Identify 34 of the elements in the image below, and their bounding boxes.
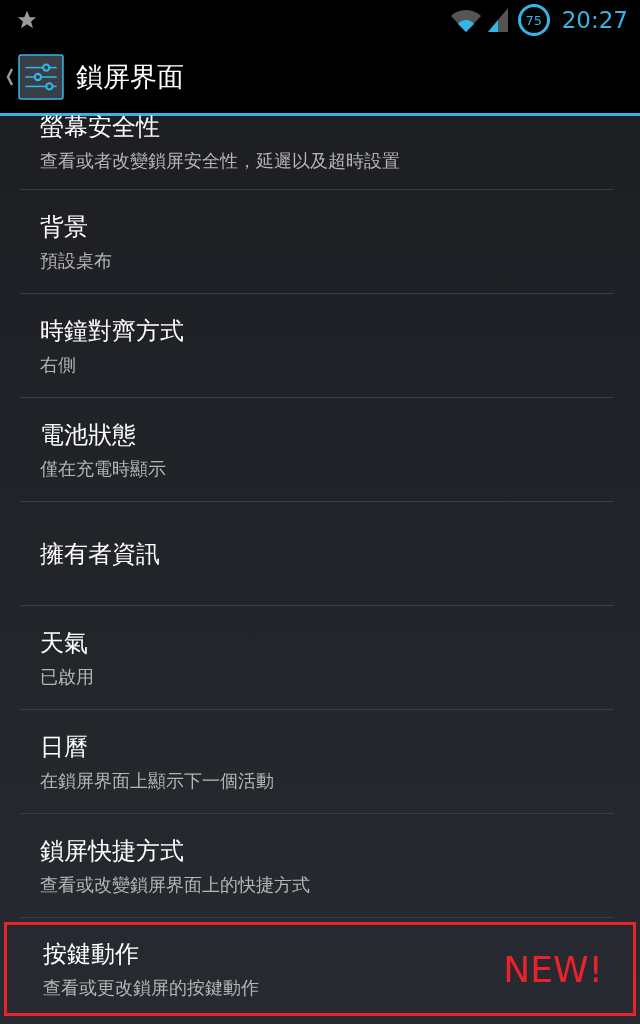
- setting-title: 電池狀態: [40, 419, 137, 451]
- setting-summary: 在鎖屏界面上顯示下一個活動: [40, 768, 274, 793]
- setting-title: 鎖屏快捷方式: [40, 835, 185, 867]
- settings-sliders-icon[interactable]: [18, 53, 64, 100]
- setting-item[interactable]: 天氣 已啟用: [20, 606, 614, 709]
- setting-title: 按鍵動作: [43, 939, 140, 970]
- wifi-icon: [449, 8, 482, 32]
- screen-title: 鎖屏界面: [76, 59, 184, 94]
- battery-indicator: 75: [517, 4, 550, 36]
- setting-summary: 查看或者改變鎖屏安全性，延遲以及超時設置: [40, 149, 400, 173]
- setting-summary: 查看或更改鎖屏的按鍵動作: [43, 976, 259, 1000]
- setting-item[interactable]: 螢幕安全性 查看或者改變鎖屏安全性，延遲以及超時設置: [20, 116, 614, 189]
- setting-summary: 已啟用: [40, 664, 94, 689]
- setting-title: 天氣: [40, 627, 89, 659]
- setting-summary: 查看或改變鎖屏界面上的快捷方式: [40, 872, 310, 897]
- signal-icon: [487, 8, 508, 32]
- setting-summary: 預設桌布: [40, 248, 112, 273]
- back-caret-icon: [6, 66, 14, 87]
- setting-title: 擁有者資訊: [40, 538, 160, 570]
- setting-title: 時鐘對齊方式: [40, 315, 184, 347]
- setting-item[interactable]: 電池狀態 僅在充電時顯示: [20, 398, 614, 501]
- setting-title: 背景: [40, 211, 89, 243]
- setting-title: 日曆: [40, 731, 89, 763]
- star-icon: [16, 9, 38, 31]
- setting-summary: 右側: [40, 352, 77, 377]
- setting-summary: 僅在充電時顯示: [40, 456, 166, 481]
- setting-item[interactable]: 背景 預設桌布: [20, 190, 614, 293]
- setting-item[interactable]: 鎖屏快捷方式 查看或改變鎖屏界面上的快捷方式: [20, 814, 614, 917]
- setting-item[interactable]: 擁有者資訊: [20, 502, 614, 605]
- setting-item[interactable]: 日曆 在鎖屏界面上顯示下一個活動: [20, 710, 614, 813]
- setting-item[interactable]: 時鐘對齊方式 右側: [20, 294, 614, 397]
- highlighted-setting-item[interactable]: 按鍵動作 查看或更改鎖屏的按鍵動作 NEW!: [4, 922, 636, 1016]
- clock-time: 20:27: [561, 7, 628, 33]
- new-label: NEW!: [503, 948, 603, 990]
